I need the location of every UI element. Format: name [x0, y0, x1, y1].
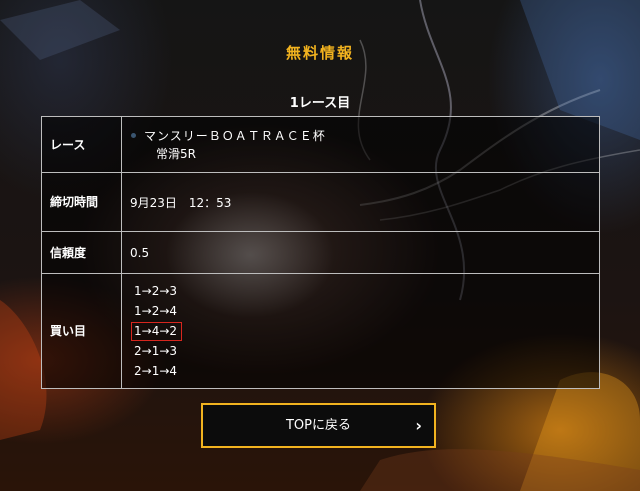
bets-label: 買い目 — [41, 273, 122, 389]
race-name: マンスリーＢＯＡＴＲＡＣＥ杯 — [130, 127, 591, 145]
bets-row: 買い目 1→2→3 1→2→4 1→4→2 2→1→3 2→1→4 — [41, 273, 600, 389]
page-background: 無料情報 1レース目 レース マンスリーＢＯＡＴＲＡＣＥ杯 常滑5R 締切時間 … — [0, 0, 640, 491]
combo-item: 1→2→4 — [134, 304, 178, 318]
race-name-text: マンスリーＢＯＡＴＲＡＣＥ杯 — [144, 128, 326, 143]
race-label: レース — [41, 116, 122, 173]
confidence-value: 0.5 — [121, 231, 600, 274]
combo-item: 2→1→3 — [134, 344, 178, 358]
combo-item-highlighted: 1→4→2 — [130, 321, 591, 341]
chevron-right-icon: › — [415, 416, 422, 435]
back-to-top-button[interactable]: TOPに戻る › — [201, 403, 436, 448]
race-value: マンスリーＢＯＡＴＲＡＣＥ杯 常滑5R — [121, 116, 600, 173]
confidence-row: 信頼度 0.5 — [41, 231, 600, 274]
race-venue: 常滑5R — [156, 146, 196, 161]
combo-item: 1→2→3 — [134, 284, 178, 298]
deadline-label: 締切時間 — [41, 172, 122, 232]
combo-item: 2→1→4 — [134, 364, 178, 378]
race-row: レース マンスリーＢＯＡＴＲＡＣＥ杯 常滑5R — [41, 116, 600, 173]
info-table: レース マンスリーＢＯＡＴＲＡＣＥ杯 常滑5R 締切時間 9月23日 12：53… — [41, 116, 600, 389]
race-title: 1レース目 — [289, 96, 351, 111]
combo-list: 1→2→3 1→2→4 1→4→2 2→1→3 2→1→4 — [130, 281, 591, 381]
bullet-icon — [131, 132, 136, 138]
confidence-label: 信頼度 — [41, 231, 122, 274]
back-to-top-label: TOPに戻る — [285, 418, 351, 433]
bets-value: 1→2→3 1→2→4 1→4→2 2→1→3 2→1→4 — [121, 273, 600, 389]
deadline-value: 9月23日 12：53 — [121, 172, 600, 232]
deadline-row: 締切時間 9月23日 12：53 — [41, 172, 600, 232]
page-heading: 無料情報 — [285, 44, 354, 62]
